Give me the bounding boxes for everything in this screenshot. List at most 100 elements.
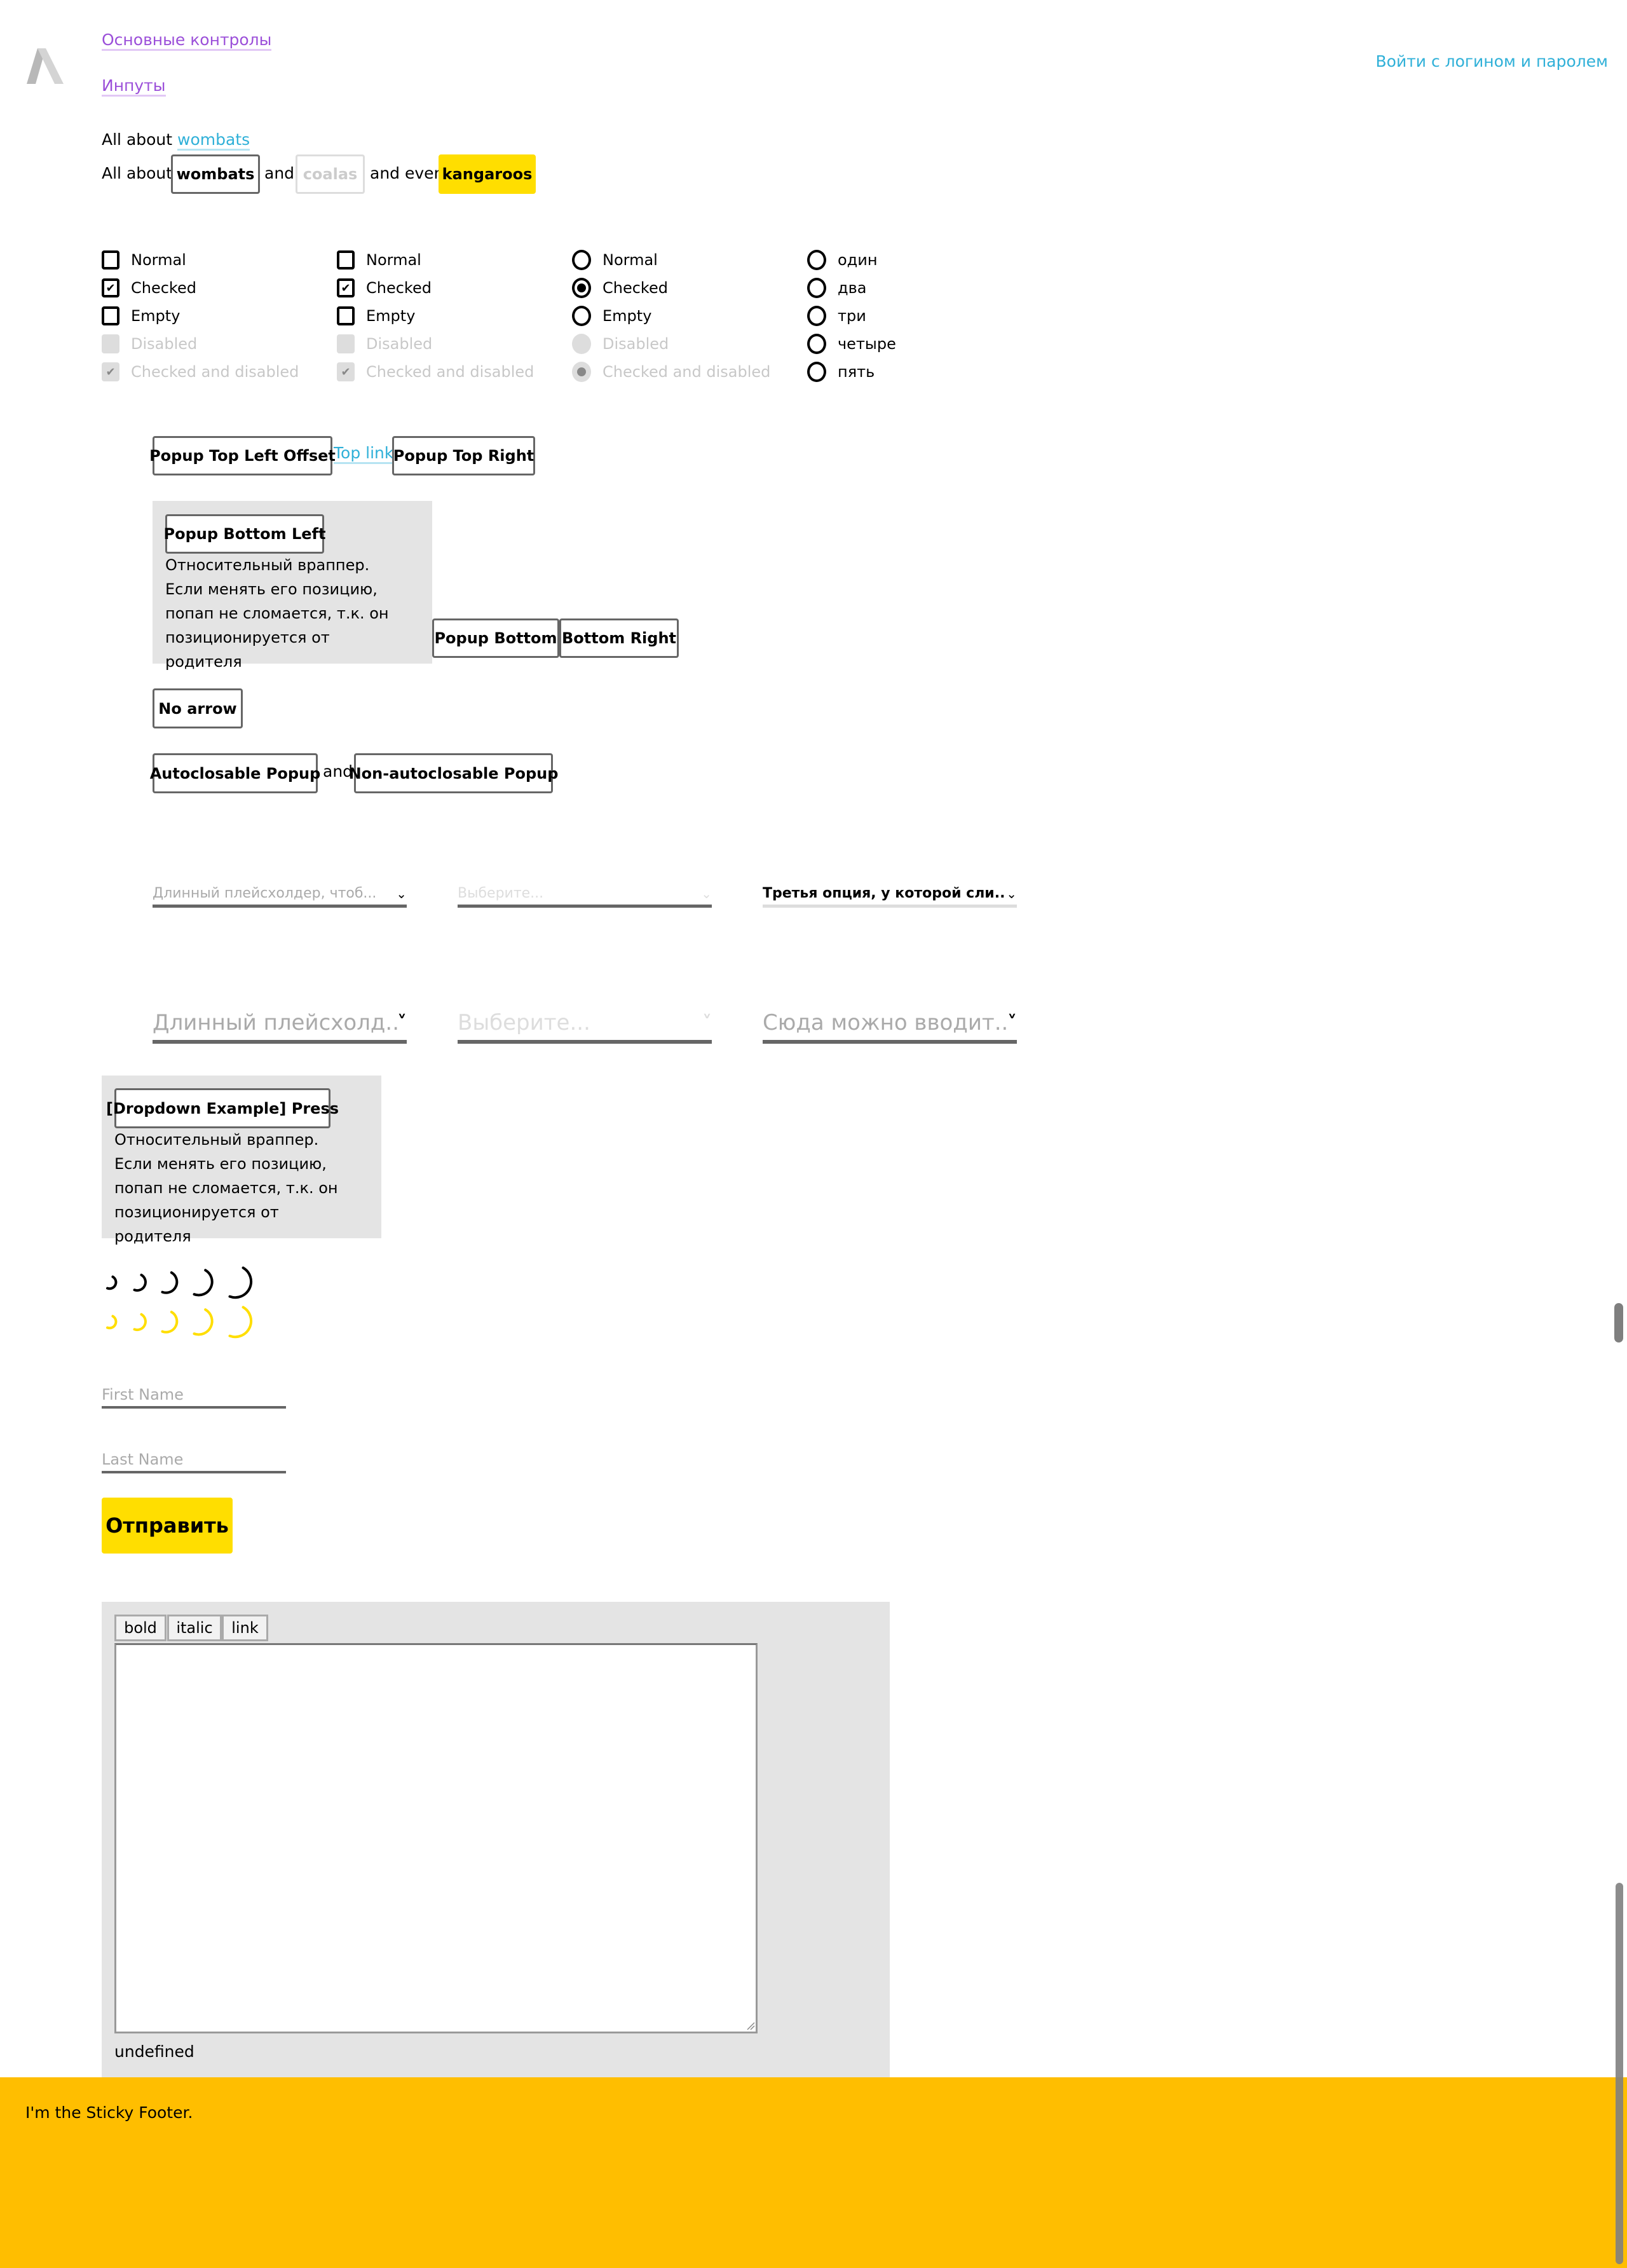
toolbar-link-button[interactable]: link (222, 1615, 268, 1641)
option-label: Disabled (366, 335, 433, 353)
chevron-down-icon[interactable]: ⌄ (701, 886, 712, 901)
and-text: and (264, 164, 295, 182)
chevron-down-icon[interactable]: ⌄ (1006, 886, 1017, 901)
radio-unchecked-icon[interactable] (807, 306, 826, 326)
option-label: Empty (602, 307, 652, 325)
spinner-icon (161, 1271, 179, 1294)
radio-option[interactable]: Empty (572, 303, 651, 329)
dropdown-wrapper-description: Относительный враппер. Если менять его п… (114, 1131, 338, 1245)
non-autoclosable-popup-button[interactable]: Non-autoclosable Popup (349, 753, 558, 793)
big-select[interactable]: Длинный плейсхолд... ˅ (153, 1006, 407, 1044)
links-demo-line1: All about wombats (102, 130, 250, 151)
editor-textarea[interactable] (114, 1643, 758, 2033)
line1-prefix: All about (102, 130, 173, 149)
radio-option[interactable]: один (807, 247, 878, 273)
radio-option[interactable]: четыре (807, 331, 896, 357)
popup-top-right-button[interactable]: Popup Top Right (392, 436, 535, 475)
checkbox-option: ✔ Checked and disabled (337, 359, 534, 385)
chevron-down-icon[interactable]: ˅ (397, 1012, 407, 1034)
dropdown-example-button[interactable]: [Dropdown Example] Press (106, 1088, 339, 1128)
popup-bottom-right-button[interactable]: Bottom Right (559, 618, 679, 658)
inner-scrollbar-thumb[interactable] (1614, 1303, 1623, 1342)
chevron-down-icon[interactable]: ˅ (1007, 1012, 1017, 1034)
popup-bottom-left-button[interactable]: Popup Bottom Left (164, 514, 325, 554)
checkbox-unchecked-icon[interactable] (337, 250, 355, 270)
checkbox-option[interactable]: ✔ Checked (102, 275, 196, 301)
checkbox-unchecked-icon[interactable] (102, 250, 119, 270)
wombats-link[interactable]: wombats (177, 130, 250, 151)
radio-unchecked-icon[interactable] (572, 306, 591, 326)
option-label: Checked (366, 279, 432, 297)
checkbox-checked-icon[interactable]: ✔ (102, 278, 119, 297)
option-label: один (838, 251, 878, 269)
small-select: Выберите... ⌄ (458, 882, 712, 908)
big-select: Выберите... ˅ (458, 1006, 712, 1044)
first-name-input[interactable]: First Name (102, 1381, 286, 1409)
checkbox-unchecked-icon[interactable] (337, 306, 355, 325)
spinner-icon (133, 1273, 147, 1292)
toolbar-bold-button[interactable]: bold (114, 1615, 167, 1641)
popup-top-left-offset-button[interactable]: Popup Top Left Offset (149, 436, 336, 475)
option-label: Checked and disabled (366, 363, 534, 381)
spinner-icon (193, 1269, 214, 1297)
option-label: три (838, 307, 866, 325)
radio-unchecked-icon[interactable] (807, 250, 826, 270)
checkbox-option: ✔ Checked and disabled (102, 359, 299, 385)
spinner-icon (161, 1311, 179, 1334)
checkbox-option[interactable]: Normal (102, 247, 186, 273)
checkbox-option[interactable]: Empty (337, 303, 415, 329)
checkbox-unchecked-icon[interactable] (102, 306, 119, 325)
login-link[interactable]: Войти с логином и паролем (1376, 52, 1609, 71)
no-arrow-button[interactable]: No arrow (153, 688, 243, 728)
checkbox-checked-icon: ✔ (337, 362, 355, 381)
checkbox-option[interactable]: ✔ Checked (337, 275, 432, 301)
page-scrollbar-thumb[interactable] (1616, 1883, 1623, 2264)
checkbox-option[interactable]: Normal (337, 247, 421, 273)
checkbox-checked-icon: ✔ (102, 362, 119, 381)
option-label: Checked and disabled (602, 363, 771, 381)
radio-option[interactable]: пять (807, 359, 875, 385)
checkbox-option[interactable]: Empty (102, 303, 180, 329)
nav-link-inputs[interactable]: Инпуты (102, 76, 166, 97)
resize-handle-icon[interactable] (746, 2021, 755, 2030)
spinner-icon (133, 1313, 147, 1331)
logo-icon[interactable] (27, 48, 64, 84)
last-name-input[interactable]: Last Name (102, 1445, 286, 1473)
radio-option[interactable]: Normal (572, 247, 658, 273)
option-label: Checked (602, 279, 668, 297)
big-select[interactable]: Сюда можно вводит... ˅ (763, 1006, 1017, 1044)
toolbar-italic-button[interactable]: italic (167, 1615, 222, 1641)
radio-unchecked-icon[interactable] (572, 250, 591, 270)
select-value: Длинный плейсхолдер, чтоб... (153, 885, 377, 901)
top-link[interactable]: Top link (334, 444, 394, 464)
select-value: Третья опция, у которой сли... (763, 885, 1007, 901)
radio-checked-icon[interactable] (572, 278, 591, 298)
spinner-icon (228, 1306, 253, 1339)
radio-option: Disabled (572, 331, 669, 357)
editor-output: undefined (114, 2042, 194, 2061)
option-label: Empty (366, 307, 416, 325)
nav-link-basic-controls[interactable]: Основные контролы (102, 31, 272, 51)
chevron-down-icon[interactable]: ˅ (702, 1012, 712, 1034)
small-select[interactable]: Длинный плейсхолдер, чтоб... ⌄ (153, 882, 407, 908)
radio-option[interactable]: Checked (572, 275, 668, 301)
select-value: Выберите... (458, 1010, 590, 1035)
radio-unchecked-icon[interactable] (807, 362, 826, 382)
popup-bottom-button[interactable]: Popup Bottom (432, 618, 559, 658)
radio-option[interactable]: два (807, 275, 866, 301)
option-label: Disabled (602, 335, 669, 353)
chevron-down-icon[interactable]: ⌄ (396, 886, 407, 901)
and-even-text: and even (370, 164, 444, 182)
submit-button[interactable]: Отправить (102, 1498, 233, 1554)
radio-unchecked-icon[interactable] (807, 278, 826, 298)
select-value: Длинный плейсхолд... (153, 1010, 397, 1035)
radio-unchecked-icon[interactable] (807, 334, 826, 354)
small-select[interactable]: Третья опция, у которой сли... ⌄ (763, 882, 1017, 908)
radio-checked-icon (572, 362, 591, 382)
radio-option[interactable]: три (807, 303, 866, 329)
autoclosable-popup-button[interactable]: Autoclosable Popup (150, 753, 320, 793)
coalas-button[interactable]: coalas (296, 154, 365, 194)
wombats-button[interactable]: wombats (171, 154, 260, 194)
checkbox-checked-icon[interactable]: ✔ (337, 278, 355, 297)
kangaroos-button[interactable]: kangaroos (439, 154, 536, 194)
